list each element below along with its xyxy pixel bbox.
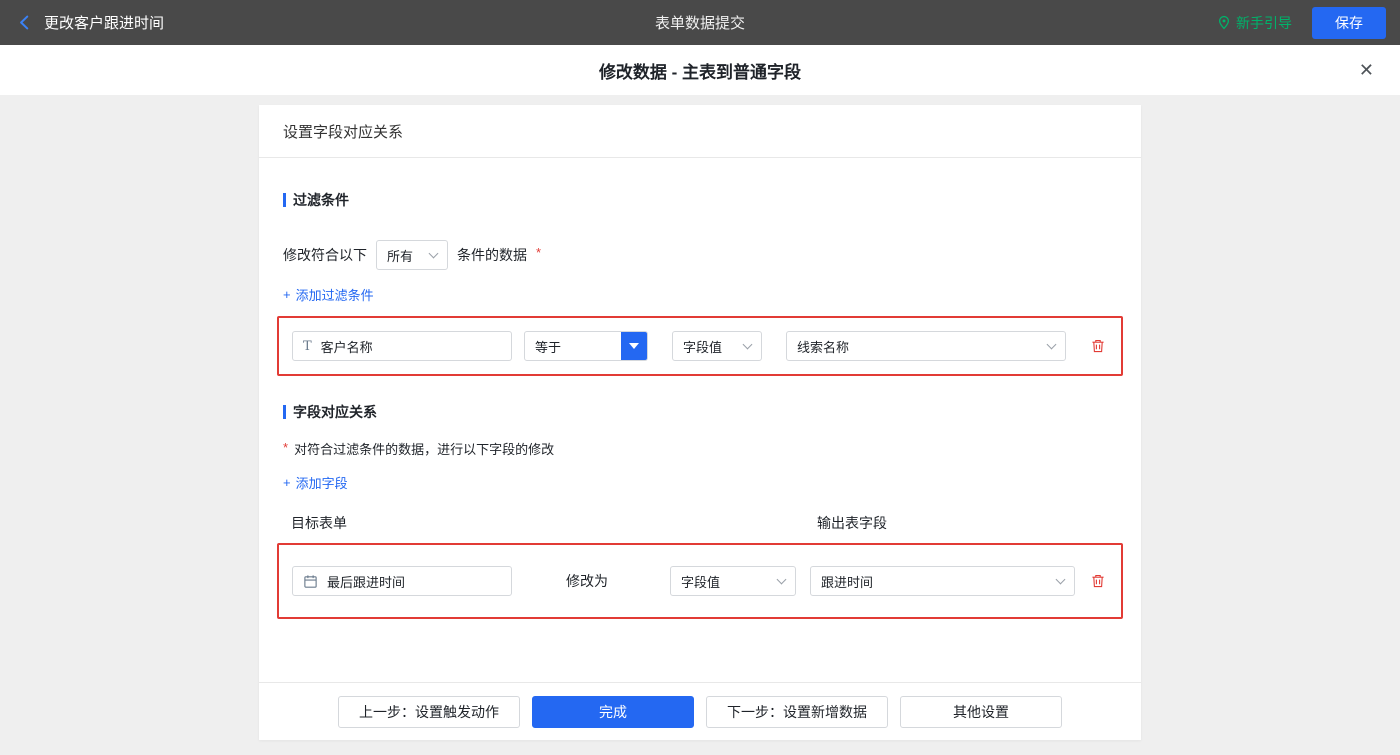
calendar-icon [303,574,318,589]
mapping-value-type-value: 字段值 [681,572,720,591]
operator-select[interactable]: 等于 [524,331,648,361]
back-nav[interactable]: 更改客户跟进时间 [14,12,164,33]
trash-icon [1090,573,1106,589]
filter-section-title: 过滤条件 [283,190,1117,210]
flow-title: 更改客户跟进时间 [44,12,164,33]
topbar-center-title: 表单数据提交 [0,12,1400,33]
add-field-link[interactable]: + 添加字段 [283,473,348,492]
modify-to-label: 修改为 [566,571,608,591]
filter-section-label: 过滤条件 [293,190,349,210]
filter-match-row: 修改符合以下 所有 条件的数据 * [283,240,1117,270]
filter-field-input[interactable]: T 客户名称 [292,331,512,361]
mapping-section-title: 字段对应关系 [283,402,1117,422]
topbar: 更改客户跟进时间 表单数据提交 新手引导 保存 [0,0,1400,45]
section-accent-bar [283,405,286,419]
dialog-header: 修改数据 - 主表到普通字段 ✕ [0,45,1400,95]
output-field-column-header: 输出表字段 [817,513,887,533]
mapping-value-type-select[interactable]: 字段值 [670,566,796,596]
delete-mapping-row-button[interactable] [1088,571,1108,591]
save-button[interactable]: 保存 [1312,7,1386,39]
target-form-column-header: 目标表单 [291,513,347,533]
prev-step-button[interactable]: 上一步：设置触发动作 [338,696,520,728]
trash-icon [1090,338,1106,354]
plus-icon: + [283,287,291,302]
match-mode-value: 所有 [387,246,413,265]
mapping-value-field-select[interactable]: 跟进时间 [810,566,1075,596]
chevron-down-icon [777,574,787,584]
other-settings-button[interactable]: 其他设置 [900,696,1062,728]
dialog-title: 修改数据 - 主表到普通字段 [599,58,801,83]
settings-panel: 设置字段对应关系 过滤条件 修改符合以下 所有 条件的数据 * + 添加过滤条件 [259,105,1141,740]
topbar-actions: 新手引导 保存 [1217,7,1386,39]
match-suffix-label: 条件的数据 [457,245,527,265]
add-field-label: 添加字段 [296,473,348,492]
add-filter-condition-link[interactable]: + 添加过滤条件 [283,285,374,304]
dialog-body: 设置字段对应关系 过滤条件 修改符合以下 所有 条件的数据 * + 添加过滤条件 [0,95,1400,755]
location-pin-icon [1217,15,1231,30]
filter-value-type-select[interactable]: 字段值 [672,331,762,361]
filter-value-field-value: 线索名称 [797,337,849,356]
beginner-guide-label: 新手引导 [1236,13,1292,33]
filter-value-type-value: 字段值 [683,337,722,356]
required-asterisk: * [536,245,541,260]
operator-dropdown-toggle[interactable] [621,332,647,360]
done-button[interactable]: 完成 [532,696,694,728]
operator-value: 等于 [525,332,621,360]
add-filter-condition-label: 添加过滤条件 [296,285,374,304]
delete-filter-row-button[interactable] [1088,336,1108,356]
filter-condition-row: T 客户名称 等于 字段值 线索名称 [277,316,1123,376]
required-asterisk: * [283,440,288,455]
mapping-section-label: 字段对应关系 [293,402,377,422]
filter-value-field-select[interactable]: 线索名称 [786,331,1066,361]
close-icon[interactable]: ✕ [1359,61,1374,79]
back-icon[interactable] [14,12,35,33]
beginner-guide-link[interactable]: 新手引导 [1217,13,1292,33]
next-step-button[interactable]: 下一步：设置新增数据 [706,696,888,728]
mapping-value-field-value: 跟进时间 [821,572,873,591]
match-prefix-label: 修改符合以下 [283,245,367,265]
chevron-down-icon [1047,339,1057,349]
mapping-description-row: * 对符合过滤条件的数据，进行以下字段的修改 [283,439,1117,458]
section-accent-bar [283,193,286,207]
target-field-value: 最后跟进时间 [327,572,405,591]
mapping-row: 最后跟进时间 修改为 字段值 跟进时间 [277,543,1123,619]
chevron-down-icon [743,339,753,349]
mapping-description: 对符合过滤条件的数据，进行以下字段的修改 [294,439,554,458]
mapping-column-headers: 目标表单 输出表字段 [283,513,1117,531]
plus-icon: + [283,475,291,490]
chevron-down-icon [1056,574,1066,584]
filter-field-value: 客户名称 [321,337,373,356]
target-field-input[interactable]: 最后跟进时间 [292,566,512,596]
panel-body: 过滤条件 修改符合以下 所有 条件的数据 * + 添加过滤条件 T 客户名称 [259,158,1141,682]
triangle-down-icon [629,343,639,349]
chevron-down-icon [429,248,439,258]
panel-header-title: 设置字段对应关系 [259,105,1141,158]
match-mode-select[interactable]: 所有 [376,240,448,270]
dialog-footer: 上一步：设置触发动作 完成 下一步：设置新增数据 其他设置 [259,682,1141,740]
text-field-icon: T [303,340,312,353]
